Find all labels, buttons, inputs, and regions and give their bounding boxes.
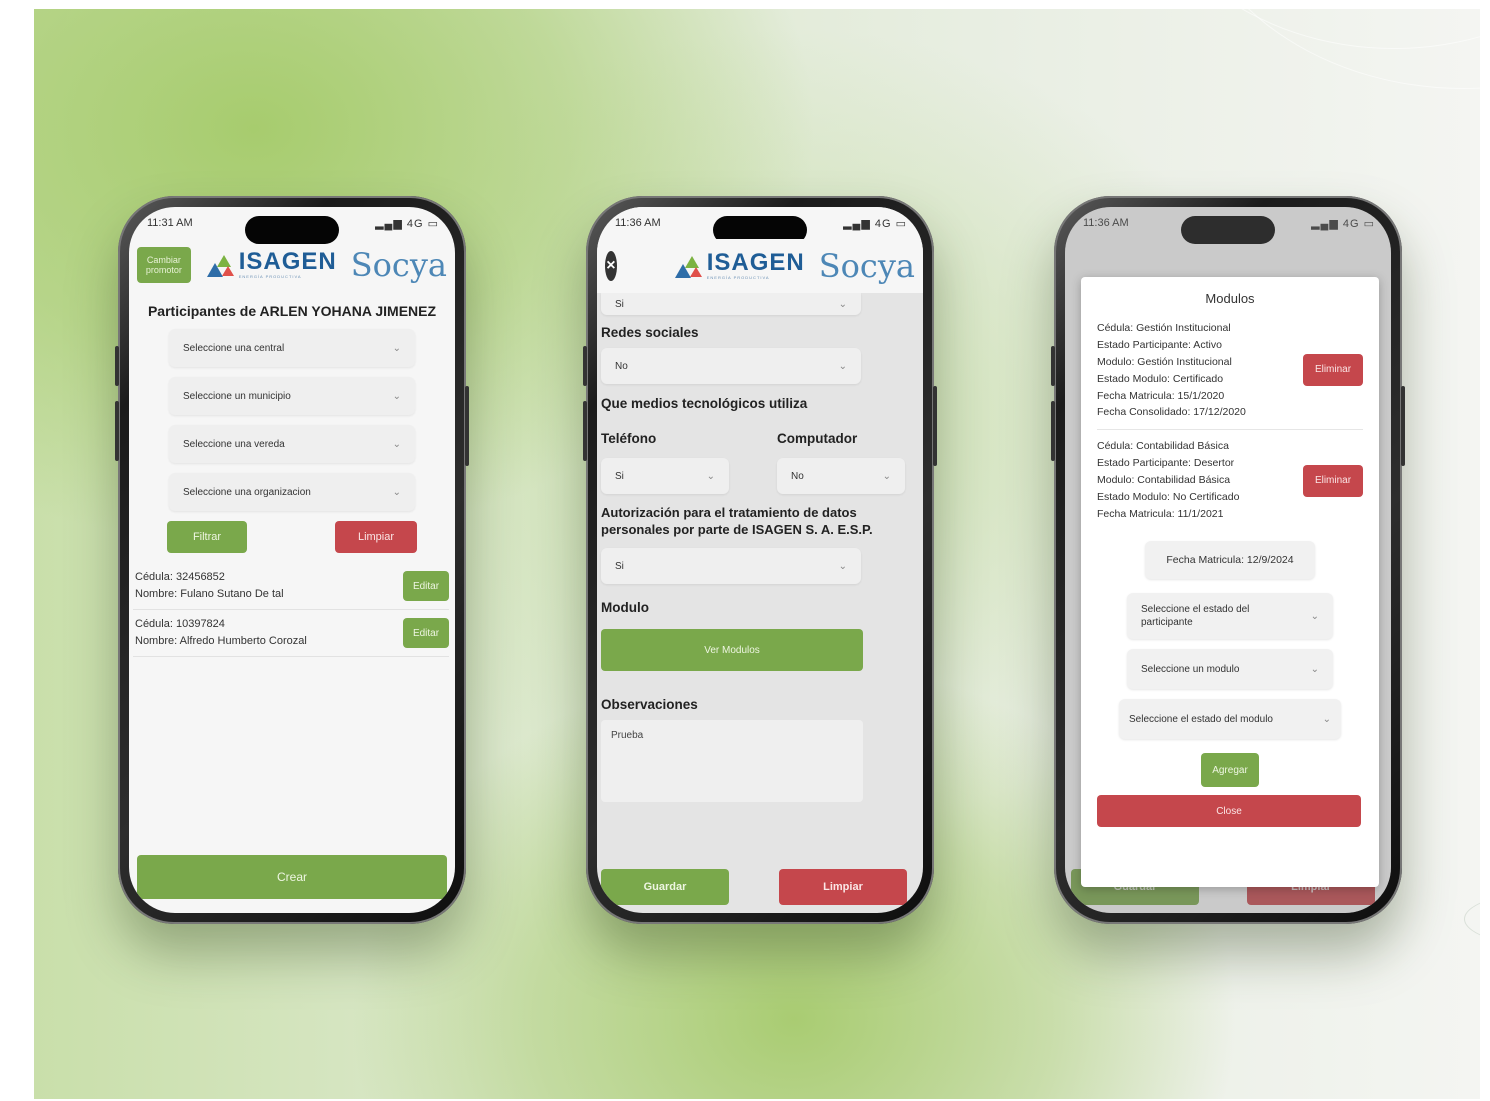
phone-participant-form: 11:36 AM ▂▄▆ 4G ▭ × ISAGEN ENERGÍA PRODU… [583,196,937,924]
signal-battery-icon: ▂▄▆ 4G ▭ [375,217,439,230]
central-select[interactable]: Seleccione una central ⌄ [169,329,415,367]
signal-battery-icon: ▂▄▆ 4G ▭ [843,217,907,230]
observaciones-label: Observaciones [601,697,698,712]
observaciones-textarea[interactable]: Prueba [601,720,863,802]
change-promoter-button[interactable]: Cambiar promotor [137,247,191,283]
chevron-down-icon: ⌄ [1310,663,1319,675]
chevron-down-icon: ⌄ [706,470,715,482]
chevron-down-icon: ⌄ [392,342,401,354]
participant-row: Cédula: 10397824 Nombre: Alfredo Humbert… [133,610,449,657]
municipio-select[interactable]: Seleccione un municipio ⌄ [169,377,415,415]
status-time: 11:31 AM [147,217,193,229]
autorizacion-label: Autorización para el tratamiento de dato… [601,505,873,537]
chevron-down-icon: ⌄ [1310,610,1319,622]
edit-button[interactable]: Editar [403,571,449,601]
screen-participants: 11:31 AM ▂▄▆ 4G ▭ Cambiar promotor ISAGE… [129,207,455,913]
modulo-label: Modulo [601,600,649,615]
phone-participants: 11:31 AM ▂▄▆ 4G ▭ Cambiar promotor ISAGE… [115,196,469,924]
delete-button[interactable]: Eliminar [1303,353,1363,386]
app-header: Cambiar promotor ISAGEN ENERGÍA PRODUCTI… [129,239,455,291]
decorative-arc [1184,9,1480,89]
clear-button[interactable]: Limpiar [779,869,907,905]
vereda-select[interactable]: Seleccione una vereda ⌄ [169,425,415,463]
module-entry: Cédula: Contabilidad Básica Estado Parti… [1097,438,1363,533]
create-button[interactable]: Crear [137,855,447,899]
page-title: Participantes de ARLEN YOHANA JIMENEZ [147,303,437,319]
edit-button[interactable]: Editar [403,618,449,648]
chevron-down-icon: ⌄ [1322,713,1331,725]
isagen-logo: ISAGEN ENERGÍA PRODUCTIVA [673,251,805,280]
telefono-label: Teléfono [601,431,657,446]
isagen-logo-icon [205,251,239,279]
ver-modulos-button[interactable]: Ver Modulos [601,629,863,671]
chevron-down-icon: ⌄ [838,298,847,310]
computador-select[interactable]: No ⌄ [777,458,905,494]
close-button[interactable]: Close [1097,795,1361,827]
chevron-down-icon: ⌄ [392,390,401,402]
top-select[interactable]: Si ⌄ [601,293,861,315]
close-icon[interactable]: × [605,251,617,281]
chevron-down-icon: ⌄ [882,470,891,482]
chevron-down-icon: ⌄ [392,438,401,450]
redes-select[interactable]: No ⌄ [601,348,861,384]
chevron-down-icon: ⌄ [838,560,847,572]
filter-button[interactable]: Filtrar [167,521,247,553]
organizacion-select[interactable]: Seleccione una organizacion ⌄ [169,473,415,511]
participant-row: Cédula: 32456852 Nombre: Fulano Sutano D… [133,563,449,610]
status-bar: 11:31 AM ▂▄▆ 4G ▭ [129,207,455,244]
redes-label: Redes sociales [601,325,699,340]
medios-label: Que medios tecnológicos utiliza [601,396,808,411]
add-button[interactable]: Agregar [1201,753,1259,787]
status-time: 11:36 AM [615,217,661,229]
decorative-arc [1464,889,1480,949]
estado-participante-select[interactable]: Seleccione el estado del participante ⌄ [1127,593,1333,639]
fecha-matricula-field[interactable]: Fecha Matricula: 12/9/2024 [1145,541,1315,579]
save-button[interactable]: Guardar [601,869,729,905]
chevron-down-icon: ⌄ [838,360,847,372]
autorizacion-select[interactable]: Si ⌄ [601,548,861,584]
chevron-down-icon: ⌄ [392,486,401,498]
module-entry: Cédula: Gestión Institucional Estado Par… [1097,320,1363,430]
socya-logo: Socya [818,247,915,285]
socya-logo: Socya [350,246,447,284]
delete-button[interactable]: Eliminar [1303,464,1363,497]
isagen-logo-icon [673,252,707,280]
screen-participant-form: 11:36 AM ▂▄▆ 4G ▭ × ISAGEN ENERGÍA PRODU… [597,207,923,913]
status-bar: 11:36 AM ▂▄▆ 4G ▭ [597,207,923,244]
telefono-select[interactable]: Si ⌄ [601,458,729,494]
modules-modal: Modulos Cédula: Gestión Institucional Es… [1081,277,1379,887]
computador-label: Computador [777,431,858,446]
clear-button[interactable]: Limpiar [335,521,417,553]
isagen-logo: ISAGEN ENERGÍA PRODUCTIVA [205,250,337,279]
screen-modules: 11:36 AM ▂▄▆ 4G ▭ Guardar Limpiar Modulo… [1065,207,1391,913]
modal-title: Modulos [1205,291,1255,306]
app-header: × ISAGEN ENERGÍA PRODUCTIVA Socya [597,239,923,293]
phone-modules: 11:36 AM ▂▄▆ 4G ▭ Guardar Limpiar Modulo… [1051,196,1405,924]
modulo-select[interactable]: Seleccione un modulo ⌄ [1127,649,1333,689]
estado-modulo-select[interactable]: Seleccione el estado del modulo ⌄ [1119,699,1341,739]
